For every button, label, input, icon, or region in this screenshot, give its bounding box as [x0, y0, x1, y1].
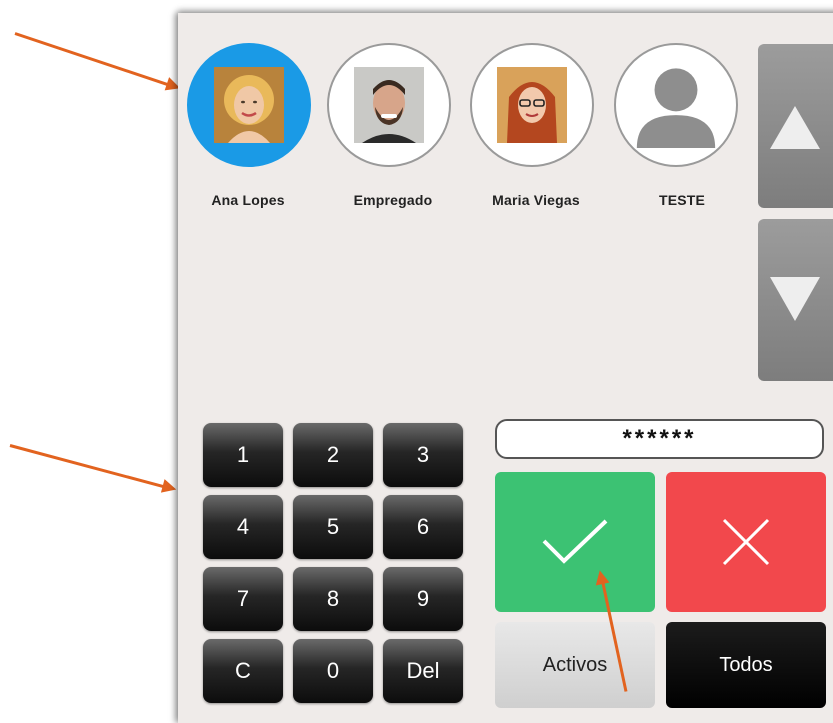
user-avatar-maria-viegas[interactable]: [470, 43, 594, 167]
user-photo-icon: [497, 67, 567, 143]
user-avatar-ana-lopes[interactable]: [187, 43, 311, 167]
triangle-up-icon: [770, 106, 820, 149]
user-photo-icon: [214, 67, 284, 143]
x-icon: [722, 518, 770, 566]
key-5[interactable]: 5: [293, 495, 373, 559]
user-photo-icon: [354, 67, 424, 143]
key-delete[interactable]: Del: [383, 639, 463, 703]
key-2[interactable]: 2: [293, 423, 373, 487]
scroll-down-button[interactable]: [758, 219, 833, 381]
cancel-button[interactable]: [666, 472, 826, 612]
triangle-down-icon: [770, 277, 820, 321]
key-6[interactable]: 6: [383, 495, 463, 559]
user-name-teste: TESTE: [658, 192, 706, 208]
key-4[interactable]: 4: [203, 495, 283, 559]
key-7[interactable]: 7: [203, 567, 283, 631]
key-3[interactable]: 3: [383, 423, 463, 487]
annotation-arrow-top: [14, 32, 175, 89]
key-0[interactable]: 0: [293, 639, 373, 703]
confirm-button[interactable]: [495, 472, 655, 612]
key-1[interactable]: 1: [203, 423, 283, 487]
key-9[interactable]: 9: [383, 567, 463, 631]
key-clear[interactable]: C: [203, 639, 283, 703]
user-name-ana-lopes: Ana Lopes: [211, 192, 285, 208]
user-avatar-teste[interactable]: [614, 43, 738, 167]
generic-user-icon: [636, 68, 716, 148]
annotation-arrow-middle: [9, 444, 171, 490]
user-avatar-empregado[interactable]: [327, 43, 451, 167]
key-8[interactable]: 8: [293, 567, 373, 631]
user-name-maria-viegas: Maria Viegas: [492, 192, 580, 208]
scroll-up-button[interactable]: [758, 44, 833, 208]
user-name-empregado: Empregado: [353, 192, 433, 208]
activos-button[interactable]: Activos: [495, 622, 655, 708]
checkmark-icon: [542, 519, 608, 564]
password-field[interactable]: ******: [495, 419, 824, 459]
todos-button[interactable]: Todos: [666, 622, 826, 708]
